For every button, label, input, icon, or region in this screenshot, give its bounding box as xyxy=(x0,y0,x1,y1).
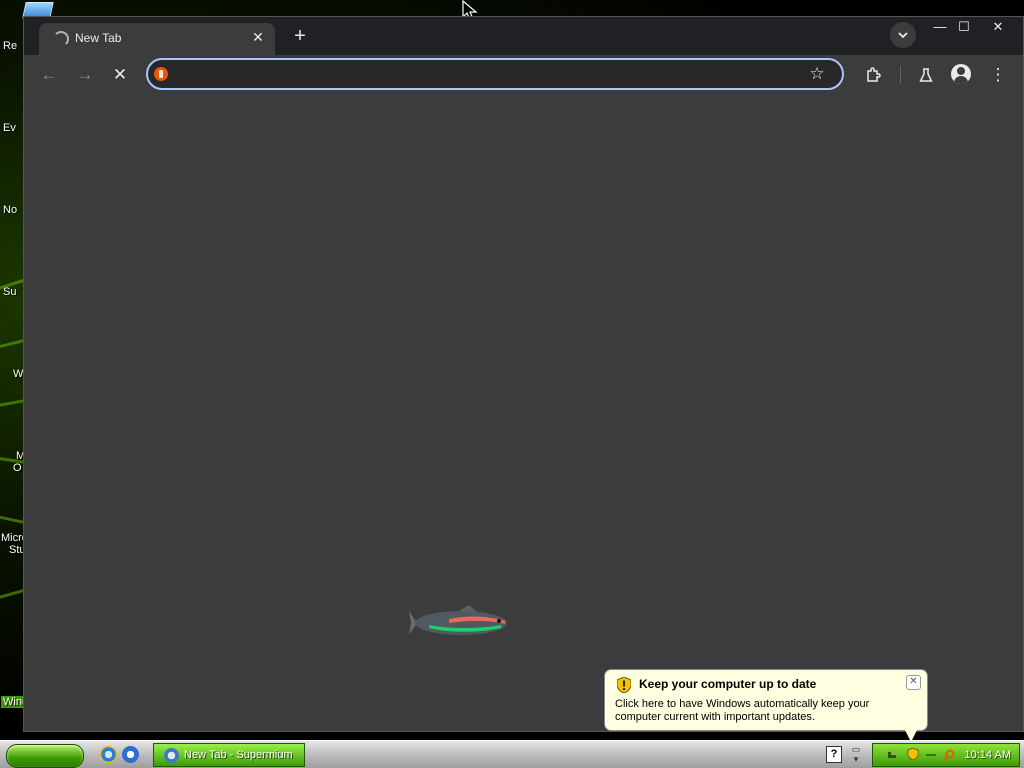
internet-explorer-icon[interactable] xyxy=(100,746,117,763)
chevron-down-icon xyxy=(898,32,908,39)
menu-button[interactable]: ⋮ xyxy=(985,62,1011,88)
tab-close-button[interactable]: ✕ xyxy=(249,28,267,46)
network-icon[interactable]: ▭ ▾ xyxy=(849,744,863,764)
system-tray: 10:14 AM xyxy=(872,743,1020,767)
toolbar-separator xyxy=(900,66,901,84)
notification-text[interactable]: Click here to have Windows automatically… xyxy=(615,698,915,724)
address-bar[interactable]: ☆ xyxy=(146,58,844,90)
security-shield-icon[interactable] xyxy=(907,748,919,760)
help-icon[interactable]: ? xyxy=(826,746,842,763)
desktop-icon-label[interactable]: W xyxy=(13,368,23,380)
bookmark-star-button[interactable]: ☆ xyxy=(806,63,828,85)
supermium-icon xyxy=(164,748,179,763)
tab-title: New Tab xyxy=(75,31,122,45)
url-input[interactable] xyxy=(176,64,800,86)
flask-icon xyxy=(919,68,933,82)
puzzle-icon xyxy=(867,67,881,82)
clock[interactable]: 10:14 AM xyxy=(965,749,1011,761)
stop-loading-button[interactable]: ✕ xyxy=(107,62,133,88)
desktop-icon-label[interactable]: No xyxy=(3,204,17,216)
tab-new-tab[interactable]: New Tab ✕ xyxy=(39,23,275,55)
notification-title: Keep your computer up to date xyxy=(639,677,817,691)
desktop-icon-label[interactable]: Re xyxy=(3,40,17,52)
browser-quicklaunch-icon[interactable] xyxy=(122,746,139,763)
browser-window: New Tab ✕ + — ☐ ✕ ← → ✕ ☆ ⋮ xyxy=(23,16,1024,732)
extensions-button[interactable] xyxy=(860,62,886,88)
loading-spinner-icon xyxy=(53,31,69,47)
taskbar: New Tab - Supermium ? ▭ ▾ 10:14 AM xyxy=(0,740,1024,768)
page-content xyxy=(24,95,1023,731)
desktop-icon-label[interactable]: O xyxy=(13,462,22,474)
profile-avatar-icon[interactable] xyxy=(951,64,971,84)
close-window-button[interactable]: ✕ xyxy=(982,17,1014,37)
shield-icon xyxy=(617,677,631,693)
tab-search-button[interactable] xyxy=(890,22,916,48)
taskbar-item-browser[interactable]: New Tab - Supermium xyxy=(153,743,305,767)
tab-strip: New Tab ✕ + — ☐ ✕ xyxy=(24,17,1023,55)
update-notification-balloon[interactable]: Keep your computer up to date Click here… xyxy=(604,669,928,742)
back-button[interactable]: ← xyxy=(36,62,62,88)
labs-button[interactable] xyxy=(913,62,939,88)
browser-toolbar: ← → ✕ ☆ ⋮ xyxy=(24,55,1023,95)
new-tab-button[interactable]: + xyxy=(288,25,312,49)
maximize-button[interactable]: ☐ xyxy=(948,17,980,37)
site-info-icon[interactable] xyxy=(154,67,168,81)
desktop-icon-label[interactable]: Ev xyxy=(3,122,16,134)
tray-hidden-icon[interactable] xyxy=(925,749,937,761)
tray-network-icon[interactable] xyxy=(887,749,899,761)
desktop-icon-label[interactable]: Su xyxy=(3,286,16,298)
fish-screensaver-image xyxy=(409,605,507,635)
start-button[interactable] xyxy=(6,744,84,768)
taskbar-item-label: New Tab - Supermium xyxy=(184,749,293,761)
search-icon[interactable] xyxy=(943,749,955,761)
notification-close-button[interactable]: ✕ xyxy=(906,675,921,690)
forward-button[interactable]: → xyxy=(72,62,98,88)
